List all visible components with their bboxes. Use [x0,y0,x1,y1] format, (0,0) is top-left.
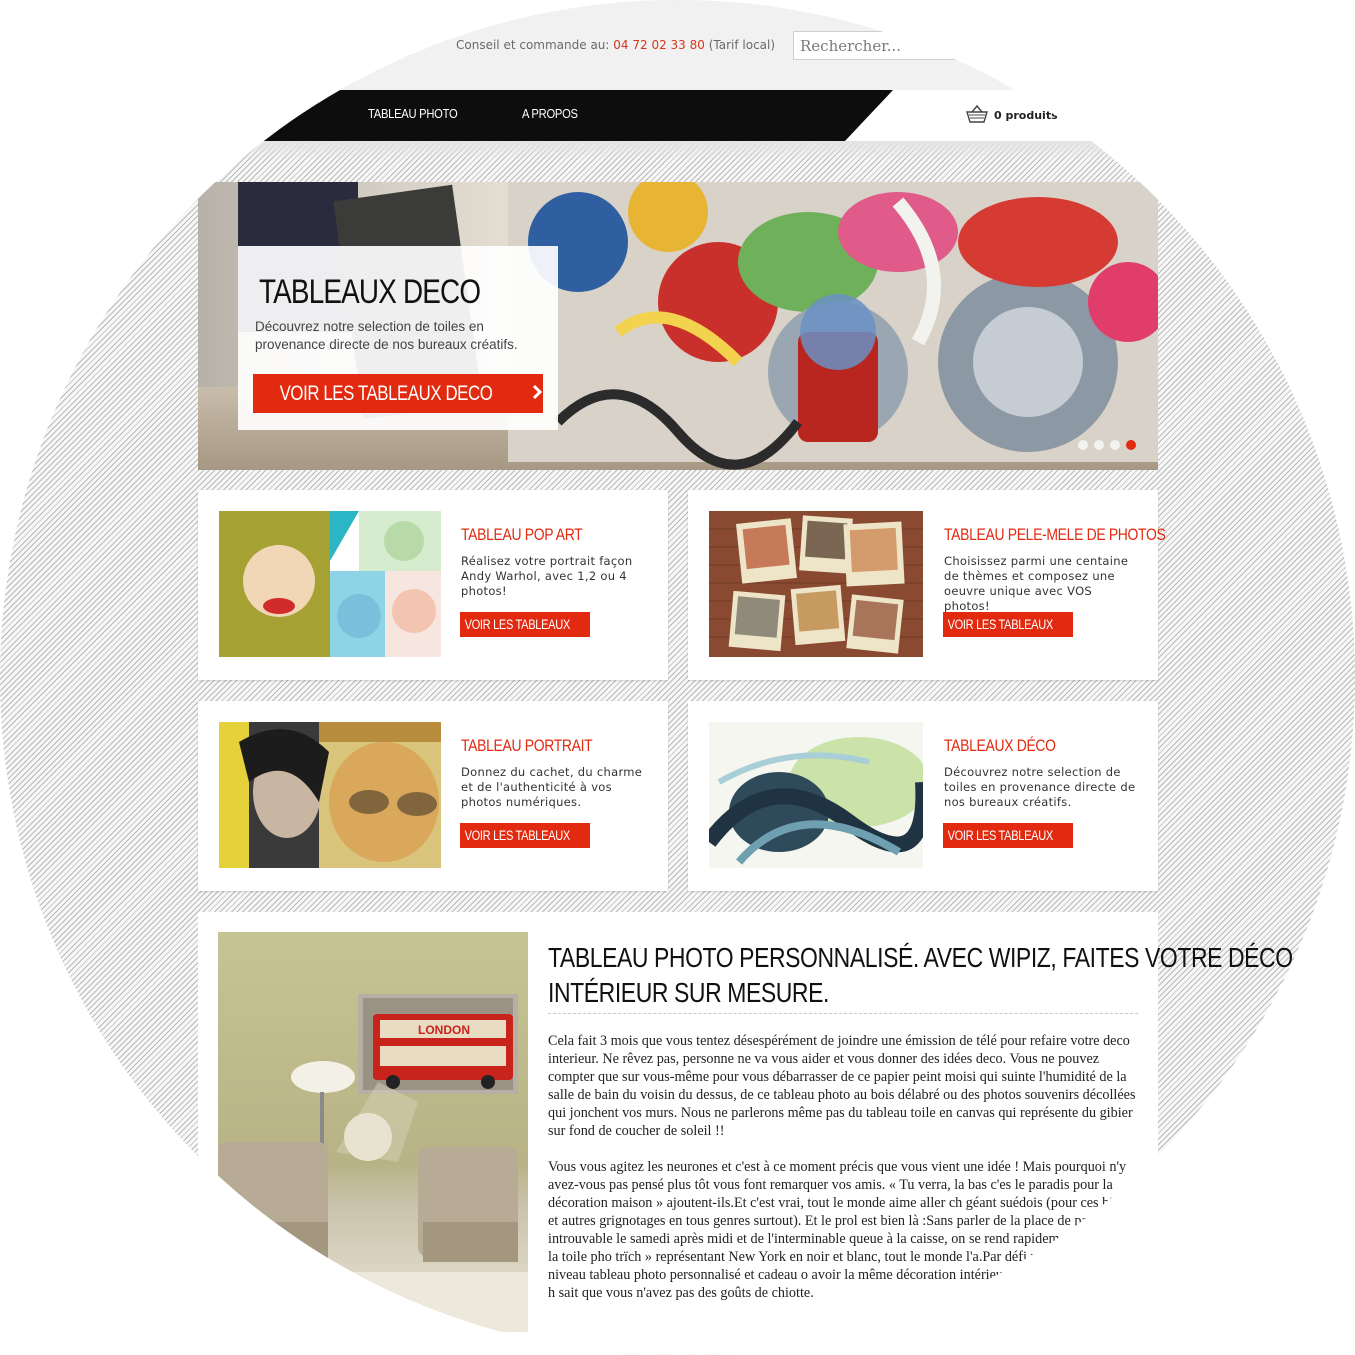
chevron-right-icon [589,615,597,634]
portrait-image[interactable] [219,722,441,868]
card-button-label: VOIR LES TABLEAUX [464,828,570,843]
basket-icon [966,104,988,127]
room-photo: LONDON [218,932,528,1332]
hero-cta-label: VOIR LES TABLEAUX DECO [279,381,493,405]
pele-mele-image[interactable] [709,511,923,657]
page-circle-frame: Conseil et commande au: 04 72 02 33 80 (… [0,0,1355,1355]
hero-slider[interactable]: TABLEAUX DECO Découvrez notre selection … [198,182,1158,470]
card-button-label: VOIR LES TABLEAUX [464,617,570,632]
chevron-right-icon [1072,615,1080,634]
contact-info: Conseil et commande au: 04 72 02 33 80 (… [456,38,775,52]
card-button-pop-art[interactable]: VOIR LES TABLEAUX [460,612,597,637]
nav-item-a-propos[interactable]: A PROPOS [522,106,578,121]
slider-dots [1078,440,1136,450]
slider-dot-2[interactable] [1094,440,1104,450]
room-sign-text: LONDON [418,1023,470,1037]
category-card-pele-mele: TABLEAU PELE-MELE DE PHOTOS Choisissez p… [688,490,1166,680]
category-card-portrait: TABLEAU PORTRAIT Donnez du cachet, du ch… [198,701,668,891]
card-title[interactable]: TABLEAUX DÉCO [944,736,1056,756]
chevron-right-icon [531,384,543,404]
card-button-pele-mele[interactable]: VOIR LES TABLEAUX [943,612,1080,637]
cart-label: 0 produits [994,109,1058,122]
chevron-right-icon [1072,826,1080,845]
article-paragraph-2: Vous vous agitez les neurones et c'est à… [548,1159,1147,1301]
card-description: Donnez du cachet, du charme et de l'auth… [461,765,643,809]
card-button-label: VOIR LES TABLEAUX [947,828,1053,843]
card-description: Choisissez parmi une centaine de thèmes … [944,554,1129,613]
top-header: Conseil et commande au: 04 72 02 33 80 (… [0,0,1355,90]
card-title[interactable]: TABLEAU PORTRAIT [461,736,593,756]
card-button-deco[interactable]: VOIR LES TABLEAUX [943,823,1080,848]
hero-description: Découvrez notre selection de toiles en p… [255,319,518,352]
category-card-pop-art: TABLEAU POP ART Réalisez votre portrait … [198,490,668,680]
article-title-line2: INTÉRIEUR SUR MESURE. [548,977,829,1008]
seo-article: LONDON TABLEAU PHOTO PERSONNALISÉ. AVEC … [198,912,1293,1355]
slider-dot-4[interactable] [1126,440,1136,450]
hero-caption: TABLEAUX DECO Découvrez notre selection … [238,246,558,430]
hero-cta-button[interactable]: VOIR LES TABLEAUX DECO [253,374,543,413]
cart-button[interactable]: 0 produits [966,104,1058,127]
slider-dot-3[interactable] [1110,440,1120,450]
card-description: Réalisez votre portrait façon Andy Warho… [461,554,633,598]
phone-note: (Tarif local) [708,38,776,52]
article-title: TABLEAU PHOTO PERSONNALISÉ. AVEC WIPIZ, … [548,940,1293,1010]
card-title[interactable]: TABLEAU POP ART [461,525,583,545]
nav-item-partial[interactable]: S [282,106,289,121]
article-divider [548,1013,1138,1014]
nav-shadow [0,141,1355,161]
category-card-deco: TABLEAUX DÉCO Découvrez notre selection … [688,701,1158,891]
card-description: Découvrez notre selection de toiles en p… [944,765,1136,809]
phone-number[interactable]: 04 72 02 33 80 [613,38,705,52]
deco-image[interactable] [709,722,923,868]
card-button-label: VOIR LES TABLEAUX [947,617,1053,632]
search-input[interactable] [793,31,983,60]
pop-art-image[interactable] [219,511,441,657]
card-button-portrait[interactable]: VOIR LES TABLEAUX [460,823,597,848]
contact-label: Conseil et commande au: [456,38,610,52]
article-title-line1: TABLEAU PHOTO PERSONNALISÉ. AVEC WIPIZ, … [548,942,1293,973]
slider-dot-1[interactable] [1078,440,1088,450]
article-paragraph-1: Cela fait 3 mois que vous tentez désespé… [548,1033,1136,1139]
chevron-right-icon [589,826,597,845]
card-title[interactable]: TABLEAU PELE-MELE DE PHOTOS [944,525,1166,545]
nav-item-tableau-photo[interactable]: TABLEAU PHOTO [368,106,458,121]
article-body: Cela fait 3 mois que vous tentez désespé… [548,1032,1148,1320]
main-nav: S TABLEAU PHOTO A PROPOS 0 produits [0,90,1355,141]
hero-title: TABLEAUX DECO [259,273,481,311]
